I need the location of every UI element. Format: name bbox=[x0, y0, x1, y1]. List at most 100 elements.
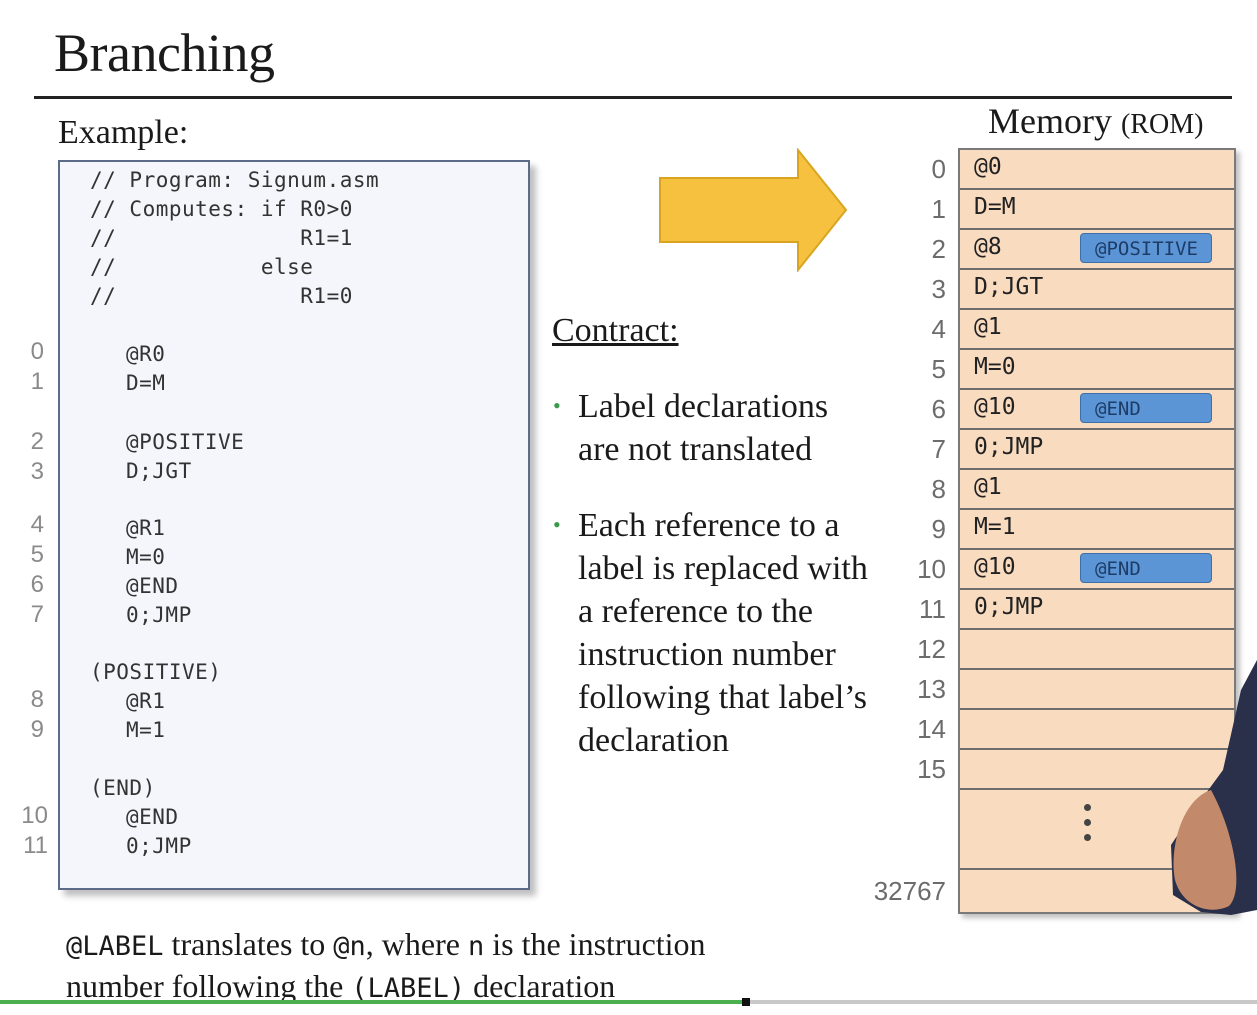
bullet-line: Each reference to a bbox=[578, 507, 840, 544]
memory-address: 10 bbox=[917, 554, 946, 584]
instruction-number: 7 bbox=[30, 601, 44, 628]
footer-text: declaration bbox=[465, 968, 616, 1004]
memory-row: @8 @POSITIVE bbox=[960, 230, 1234, 270]
code-line: @R0 bbox=[126, 342, 166, 366]
memory-title: Memory (ROM) bbox=[988, 100, 1203, 142]
memory-cell-value: @10 bbox=[974, 394, 1016, 420]
memory-cell-value: @10 bbox=[974, 554, 1016, 580]
label-reference-badge: @END bbox=[1080, 393, 1212, 423]
bullet-icon: • bbox=[553, 512, 561, 537]
memory-address: 13 bbox=[917, 674, 946, 704]
code-line: 0;JMP bbox=[126, 834, 192, 858]
memory-cell-value: @0 bbox=[974, 154, 1002, 180]
memory-address: 8 bbox=[931, 474, 946, 504]
bullet-line: Label declarations bbox=[578, 388, 829, 425]
memory-row: @1 bbox=[960, 310, 1234, 350]
instruction-number: 6 bbox=[30, 571, 44, 598]
code-line: @R1 bbox=[126, 689, 166, 713]
code-line: // Program: Signum.asm bbox=[90, 168, 380, 192]
bullet-line: following that label’s bbox=[578, 679, 867, 716]
memory-row: 0;JMP bbox=[960, 590, 1234, 630]
footer-code: @LABEL bbox=[66, 931, 164, 962]
memory-row: @10 @END bbox=[960, 550, 1234, 590]
code-line: @POSITIVE bbox=[126, 430, 245, 454]
code-line: // else bbox=[90, 255, 314, 279]
memory-cell-value: 0;JMP bbox=[974, 594, 1044, 620]
bullet-line: instruction number bbox=[578, 636, 836, 673]
ellipsis-dots-icon bbox=[1080, 804, 1094, 841]
video-progress-handle[interactable] bbox=[741, 998, 750, 1006]
title-divider bbox=[34, 96, 1232, 99]
right-arrow-icon bbox=[659, 148, 848, 272]
label-reference-badge: @POSITIVE bbox=[1080, 233, 1212, 263]
instruction-number: 9 bbox=[30, 716, 44, 743]
memory-address: 5 bbox=[931, 354, 946, 384]
memory-cell-value: M=1 bbox=[974, 514, 1016, 540]
code-line: // R1=1 bbox=[90, 226, 353, 250]
memory-cell-value: M=0 bbox=[974, 354, 1016, 380]
memory-row: M=1 bbox=[960, 510, 1234, 550]
instruction-number: 4 bbox=[30, 511, 44, 538]
memory-address: 0 bbox=[931, 154, 946, 184]
memory-row: @10 @END bbox=[960, 390, 1234, 430]
code-line: D;JGT bbox=[126, 459, 192, 483]
memory-row: D=M bbox=[960, 190, 1234, 230]
label-reference-badge: @END bbox=[1080, 553, 1212, 583]
instruction-number: 10 bbox=[21, 802, 48, 829]
example-label: Example: bbox=[58, 114, 189, 151]
footer-text: , where bbox=[365, 926, 468, 962]
memory-cell-value: @1 bbox=[974, 314, 1002, 340]
memory-address: 15 bbox=[917, 754, 946, 784]
code-line: @END bbox=[126, 805, 179, 829]
presenter-figure bbox=[1171, 660, 1257, 915]
code-label-declaration: (POSITIVE) bbox=[90, 660, 222, 684]
memory-address: 12 bbox=[917, 634, 946, 664]
footer-text: translates to bbox=[163, 926, 334, 962]
bullet-line: are not translated bbox=[578, 431, 813, 468]
memory-cell-value: @8 bbox=[974, 234, 1002, 260]
memory-address: 3 bbox=[931, 274, 946, 304]
memory-address: 6 bbox=[931, 394, 946, 424]
memory-address-last: 32767 bbox=[873, 876, 946, 906]
bullet-line: a reference to the bbox=[578, 593, 813, 630]
instruction-number: 0 bbox=[30, 338, 44, 365]
instruction-number: 1 bbox=[30, 368, 44, 395]
bullet-line: declaration bbox=[578, 722, 730, 759]
memory-address: 2 bbox=[931, 234, 946, 264]
code-line: // R1=0 bbox=[90, 284, 353, 308]
instruction-number: 3 bbox=[30, 458, 44, 485]
code-line: D=M bbox=[126, 371, 166, 395]
footer-text: is the instruction bbox=[484, 926, 706, 962]
code-line: M=0 bbox=[126, 545, 166, 569]
code-listing-box: // Program: Signum.asm // Computes: if R… bbox=[58, 160, 530, 890]
video-progress-bar[interactable] bbox=[0, 998, 1257, 1006]
memory-address: 14 bbox=[917, 714, 946, 744]
footer-code: n bbox=[467, 931, 485, 962]
memory-address: 11 bbox=[919, 594, 946, 624]
footer-code: @n bbox=[333, 931, 366, 962]
code-label-declaration: (END) bbox=[90, 776, 156, 800]
bullet-label-references: Each reference to a label is replaced wi… bbox=[578, 504, 868, 762]
contract-heading: Contract: bbox=[552, 312, 679, 349]
memory-cell-value: D=M bbox=[974, 194, 1016, 220]
instruction-number: 2 bbox=[30, 428, 44, 455]
bullet-icon: • bbox=[553, 393, 561, 418]
bullet-line: label is replaced with bbox=[578, 550, 868, 587]
code-line: M=1 bbox=[126, 718, 166, 742]
memory-address: 7 bbox=[931, 434, 946, 464]
code-line: @R1 bbox=[126, 516, 166, 540]
slide-title: Branching bbox=[54, 23, 275, 83]
code-line: 0;JMP bbox=[126, 603, 192, 627]
memory-row: @1 bbox=[960, 470, 1234, 510]
instruction-number: 11 bbox=[23, 832, 48, 859]
memory-cell-value: 0;JMP bbox=[974, 434, 1044, 460]
memory-title-sub: (ROM) bbox=[1120, 109, 1204, 140]
memory-address: 1 bbox=[931, 194, 946, 224]
instruction-number: 8 bbox=[30, 686, 44, 713]
bullet-label-declarations: Label declarations are not translated bbox=[578, 385, 828, 471]
memory-cell-value: D;JGT bbox=[974, 274, 1044, 300]
memory-title-main: Memory bbox=[988, 101, 1121, 141]
memory-cell-value: @1 bbox=[974, 474, 1002, 500]
memory-address: 9 bbox=[931, 514, 946, 544]
code-line: // Computes: if R0>0 bbox=[90, 197, 353, 221]
